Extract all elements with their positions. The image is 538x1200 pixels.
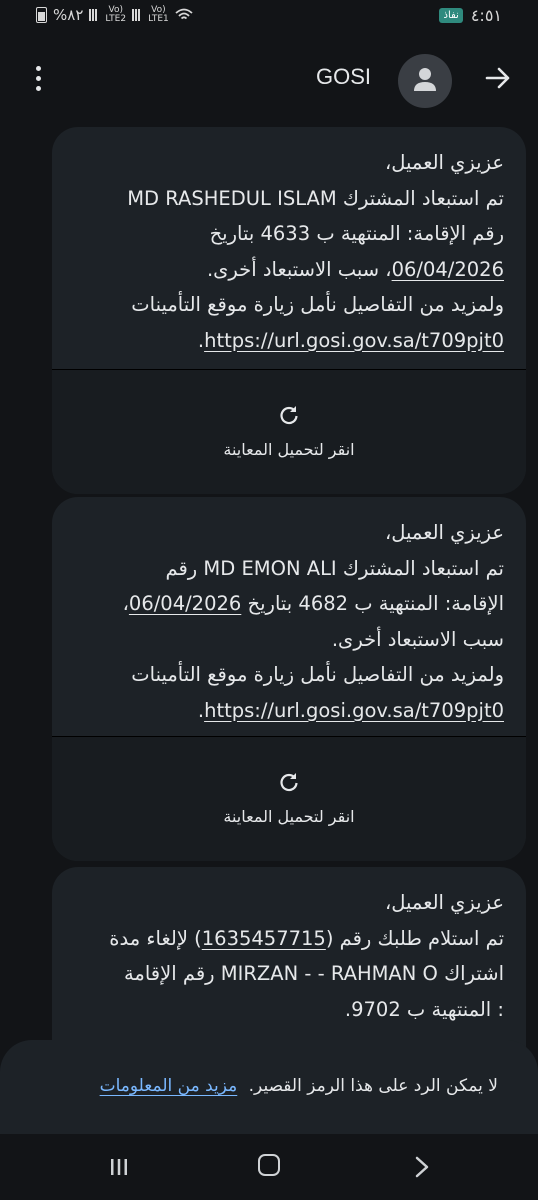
avatar[interactable] (398, 54, 452, 108)
message-bubble[interactable]: عزيزي العميل، تم استبعاد المشترك MD RASH… (52, 127, 526, 494)
reply-notice: لا يمكن الرد على هذا الرمز القصير. مزيد … (100, 1076, 498, 1096)
url-link[interactable]: https://url.gosi.gov.sa/t709pjt0 (204, 329, 504, 352)
back-arrow-icon[interactable] (482, 62, 514, 94)
conversation-title: GOSI (316, 64, 372, 89)
signal-icon (89, 9, 100, 21)
more-info-link[interactable]: مزيد من المعلومات (100, 1076, 238, 1096)
url-link[interactable]: https://url.gosi.gov.sa/t709pjt0 (204, 699, 504, 722)
clock: ٤:٥١ (470, 6, 502, 25)
message-line: https://url.gosi.gov.sa/t709pjt0. (197, 328, 504, 352)
status-left: %٨٢ Vo) LTE2 Vo) LTE1 (36, 6, 193, 24)
signal-icon (132, 9, 143, 21)
message-text: عزيزي العميل، تم استلام طلبك رقم (163545… (52, 867, 526, 1027)
preview-label: انقر لتحميل المعاينة (223, 807, 355, 826)
wifi-icon (175, 8, 193, 20)
back-icon[interactable] (410, 1154, 434, 1180)
message-line: عزيزي العميل، (384, 521, 504, 544)
conversation-list[interactable]: عزيزي العميل، تم استبعاد المشترك MD RASH… (0, 122, 538, 1134)
message-line: تم استبعاد المشترك MD EMON ALI رقم (165, 556, 504, 580)
message-line: رقم الإقامة: المنتهية ب 4633 بتاريخ (209, 222, 504, 245)
sim2-label: Vo) LTE2 (105, 5, 127, 24)
home-icon[interactable] (258, 1154, 280, 1176)
message-line: عزيزي العميل، (384, 151, 504, 174)
more-vert-icon[interactable] (34, 66, 42, 91)
person-icon (414, 68, 436, 91)
nafath-badge: نفاذ (439, 8, 463, 23)
message-bubble[interactable]: عزيزي العميل، تم استبعاد المشترك MD EMON… (52, 497, 526, 861)
message-line: تم استبعاد المشترك MD RASHEDUL ISLAM (127, 186, 504, 210)
message-line: 06/04/2026، سبب الاستبعاد أخرى. (206, 257, 504, 281)
reply-notice-text: لا يمكن الرد على هذا الرمز القصير. (248, 1076, 498, 1096)
message-line: عزيزي العميل، (384, 891, 504, 914)
preview-label: انقر لتحميل المعاينة (223, 440, 355, 459)
status-bar: %٨٢ Vo) LTE2 Vo) LTE1 نفاذ ٤:٥١ (0, 0, 538, 36)
date-link[interactable]: 06/04/2026 (129, 592, 241, 615)
reply-bar: لا يمكن الرد على هذا الرمز القصير. مزيد … (0, 1040, 538, 1134)
date-link[interactable]: 06/04/2026 (392, 258, 504, 281)
refresh-icon (280, 406, 298, 425)
message-line: : المنتهية ب 9702. (344, 997, 504, 1021)
message-line: https://url.gosi.gov.sa/t709pjt0. (197, 698, 504, 722)
message-line: ولمزيد من التفاصيل نأمل زيارة موقع التأم… (131, 663, 504, 686)
battery-icon (36, 7, 47, 23)
app-bar: GOSI (0, 36, 538, 122)
navigation-bar (0, 1134, 538, 1200)
message-line: اشتراك MIRZAN - - RAHMAN O رقم الإقامة (123, 962, 504, 985)
message-line: ولمزيد من التفاصيل نأمل زيارة موقع التأم… (131, 293, 504, 316)
status-right: نفاذ ٤:٥١ (439, 6, 502, 25)
phone-link[interactable]: 1635457715 (202, 927, 326, 950)
recents-icon[interactable] (108, 1156, 130, 1178)
load-preview-button[interactable]: انقر لتحميل المعاينة (52, 736, 526, 861)
message-text: عزيزي العميل، تم استبعاد المشترك MD RASH… (52, 127, 526, 358)
message-text: عزيزي العميل، تم استبعاد المشترك MD EMON… (52, 497, 526, 728)
load-preview-button[interactable]: انقر لتحميل المعاينة (52, 369, 526, 494)
battery-text: %٨٢ (53, 6, 84, 24)
message-line: الإقامة: المنتهية ب 4682 بتاريخ 06/04/20… (122, 592, 504, 615)
sim1-label: Vo) LTE1 (148, 5, 169, 24)
message-line: تم استلام طلبك رقم (1635457715) لإلغاء م… (109, 926, 504, 950)
message-line: سبب الاستبعاد أخرى. (331, 627, 504, 651)
refresh-icon (280, 773, 298, 792)
